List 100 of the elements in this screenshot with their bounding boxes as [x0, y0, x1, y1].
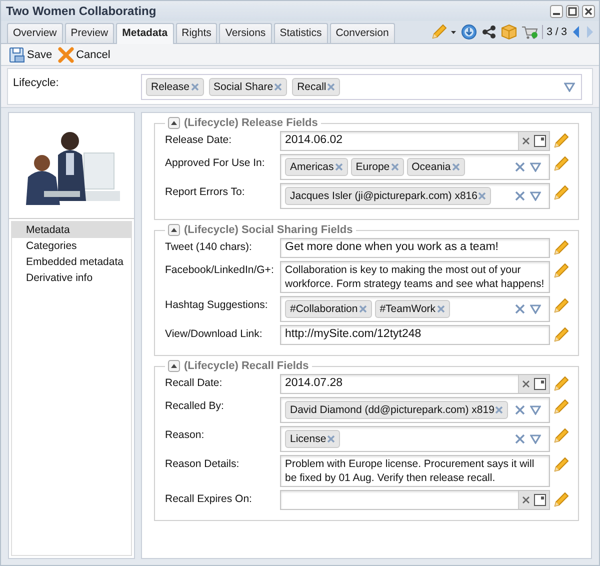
- pencil-icon[interactable]: [553, 428, 569, 444]
- section-title: (Lifecycle) Recall Fields: [184, 360, 309, 372]
- pencil-icon[interactable]: [553, 457, 569, 473]
- field-label: Recall Date:: [165, 376, 224, 389]
- pencil-icon[interactable]: [553, 263, 569, 279]
- date-field[interactable]: 2014.07.28: [280, 374, 550, 394]
- lifecycle-field[interactable]: Release Social Share Recall: [141, 74, 582, 100]
- tag-field[interactable]: David Diamond (dd@picturepark.com) x819: [280, 397, 550, 423]
- previous-icon[interactable]: [571, 25, 581, 39]
- tab[interactable]: Versions: [219, 23, 272, 43]
- clear-icon[interactable]: [522, 137, 530, 145]
- tab[interactable]: Metadata: [116, 23, 174, 44]
- tag: David Diamond (dd@picturepark.com) x819: [285, 401, 508, 419]
- clear-icon[interactable]: [515, 191, 525, 201]
- section-title: (Lifecycle) Release Fields: [184, 117, 318, 129]
- tag: #TeamWork: [374, 300, 450, 318]
- sidebar-item[interactable]: Embedded metadata: [12, 254, 131, 270]
- tag: Oceania: [406, 158, 465, 176]
- tab[interactable]: Rights: [176, 23, 218, 43]
- window-title: Two Women Collaborating: [6, 4, 156, 18]
- save-button[interactable]: Save: [9, 46, 52, 62]
- field-label: Report Errors To:: [165, 185, 246, 198]
- field-label: Recalled By:: [165, 399, 225, 412]
- sidebar-item[interactable]: Categories: [12, 238, 131, 254]
- pencil-icon[interactable]: [553, 298, 569, 314]
- minimize-icon[interactable]: [550, 4, 563, 18]
- text-field[interactable]: http://mySite.com/12tyt248: [280, 325, 550, 345]
- pencil-icon[interactable]: [553, 399, 569, 415]
- tag-field[interactable]: Jacques Isler (ji@picturepark.com) x816: [280, 183, 550, 209]
- tag-field[interactable]: Americas Europe Oceania: [280, 154, 550, 180]
- tab[interactable]: Overview: [7, 23, 63, 43]
- dropdown-icon[interactable]: [530, 191, 541, 201]
- save-icon: [9, 46, 25, 62]
- text-field[interactable]: Get more done when you work as a team!: [280, 238, 550, 258]
- cancel-icon: [58, 46, 74, 62]
- collapse-icon[interactable]: [168, 360, 180, 372]
- tag-field[interactable]: License: [280, 426, 550, 452]
- field-label: Tweet (140 chars):: [165, 240, 253, 253]
- pencil-icon[interactable]: [553, 327, 569, 343]
- sidebar-item[interactable]: Metadata: [12, 222, 131, 238]
- tag: License: [285, 430, 340, 448]
- clear-icon[interactable]: [515, 304, 525, 314]
- remove-icon[interactable]: [358, 305, 367, 313]
- page-counter: 3 / 3: [546, 26, 567, 38]
- field-label: Reason:: [165, 428, 206, 441]
- text-area[interactable]: Collaboration is key to making the most out of your workforce. Form strategy teams and see what happens!: [280, 261, 550, 293]
- dropdown-icon[interactable]: [530, 405, 541, 415]
- tag: Release: [146, 78, 204, 96]
- cart-icon[interactable]: [520, 24, 538, 40]
- collapse-icon[interactable]: [168, 224, 180, 236]
- remove-icon[interactable]: [334, 163, 343, 171]
- field-label: Approved For Use In:: [165, 156, 266, 169]
- tab[interactable]: Conversion: [330, 23, 395, 43]
- remove-icon[interactable]: [452, 163, 460, 171]
- tab[interactable]: Statistics: [274, 23, 328, 43]
- remove-icon[interactable]: [190, 83, 199, 91]
- calendar-icon[interactable]: [534, 135, 546, 147]
- remove-icon[interactable]: [390, 163, 399, 171]
- pencil-icon[interactable]: [553, 185, 569, 201]
- tab[interactable]: Preview: [64, 23, 114, 43]
- remove-icon[interactable]: [495, 406, 504, 414]
- dropdown-icon[interactable]: [564, 82, 575, 92]
- download-icon[interactable]: [460, 24, 477, 40]
- clear-icon[interactable]: [515, 162, 525, 172]
- section-title: (Lifecycle) Social Sharing Fields: [184, 224, 353, 236]
- maximize-icon[interactable]: [566, 4, 579, 18]
- dropdown-icon[interactable]: [530, 304, 541, 314]
- dropdown-icon[interactable]: [530, 434, 541, 444]
- remove-icon[interactable]: [478, 192, 486, 200]
- pencil-icon[interactable]: [553, 156, 569, 172]
- pencil-icon[interactable]: [553, 492, 569, 508]
- date-field[interactable]: 2014.06.02: [280, 131, 550, 151]
- field-label: Hashtag Suggestions:: [165, 298, 269, 311]
- field-label: View/Download Link:: [165, 327, 264, 340]
- pencil-icon[interactable]: [553, 376, 569, 392]
- remove-icon[interactable]: [274, 83, 282, 91]
- pencil-icon[interactable]: [553, 133, 569, 149]
- clear-icon[interactable]: [515, 405, 525, 415]
- tag-field[interactable]: #Collaboration #TeamWork: [280, 296, 550, 322]
- cancel-button[interactable]: Cancel: [58, 46, 110, 62]
- remove-icon[interactable]: [436, 305, 445, 313]
- calendar-icon[interactable]: [534, 378, 546, 390]
- share-icon[interactable]: [480, 24, 497, 40]
- tag: #Collaboration: [285, 300, 372, 318]
- field-label: Recall Expires On:: [165, 492, 253, 505]
- remove-icon[interactable]: [327, 83, 336, 91]
- calendar-icon[interactable]: [534, 494, 546, 506]
- collapse-icon[interactable]: [168, 117, 180, 129]
- remove-icon[interactable]: [327, 435, 336, 443]
- sidebar-item[interactable]: Derivative info: [12, 270, 131, 286]
- pencil-dropdown-icon[interactable]: [430, 24, 457, 40]
- clear-icon[interactable]: [515, 434, 525, 444]
- clear-icon[interactable]: [522, 380, 530, 388]
- date-field[interactable]: [280, 490, 550, 510]
- pencil-icon[interactable]: [553, 240, 569, 256]
- close-icon[interactable]: [582, 4, 595, 18]
- tag: Americas: [285, 158, 348, 176]
- clear-icon[interactable]: [522, 496, 530, 504]
- dropdown-icon[interactable]: [530, 162, 541, 172]
- text-area[interactable]: Problem with Europe license. Procurement says it will be fixed by 01 Aug. Verify then release recall.: [280, 455, 550, 487]
